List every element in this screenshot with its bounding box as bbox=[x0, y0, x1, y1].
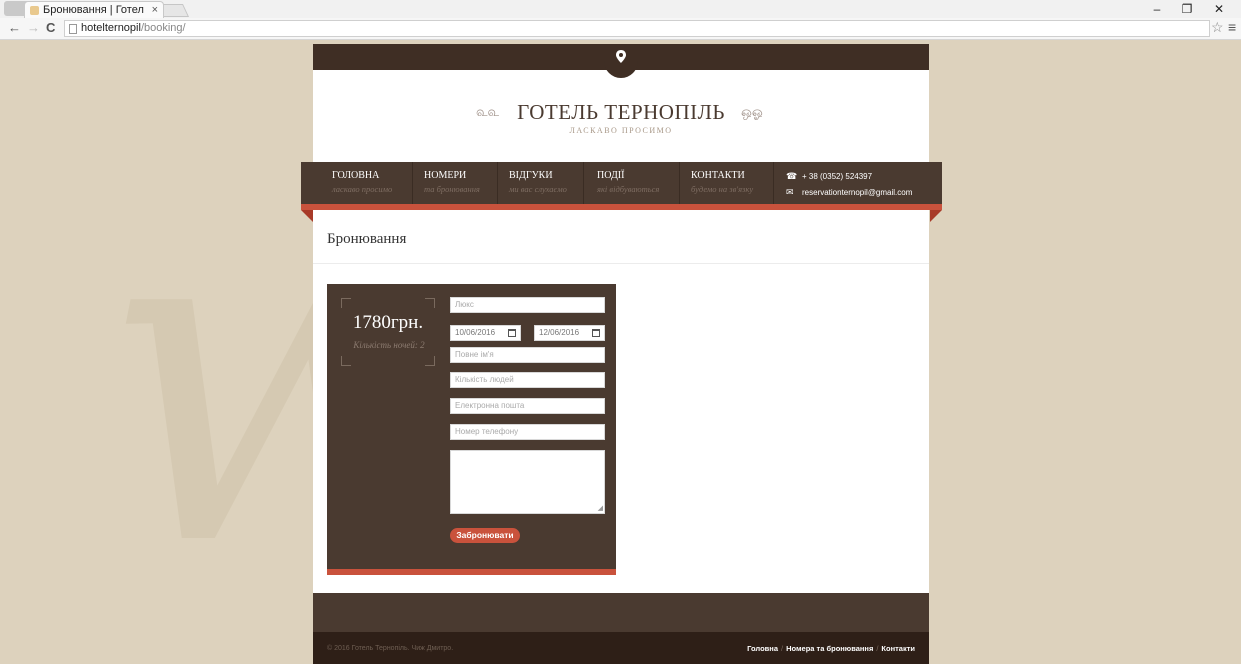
nav-item-home[interactable]: ГОЛОВНА ласкаво просимо bbox=[332, 170, 392, 194]
price-box: 1780грн. Кількість ночей: 2 bbox=[341, 298, 435, 366]
calendar-icon[interactable] bbox=[508, 329, 516, 337]
nav-label: КОНТАКТИ bbox=[691, 170, 745, 181]
site-subtitle: ЛАСКАВО ПРОСИМО bbox=[569, 126, 673, 135]
address-bar[interactable]: hotelternopil/booking/ bbox=[64, 20, 1210, 37]
panel-accent-bar bbox=[327, 569, 616, 575]
reload-icon[interactable]: C bbox=[46, 20, 55, 35]
date-from-field[interactable]: 10/06/2016 bbox=[450, 325, 521, 341]
site-container: ௳௳ ГОТЕЛЬ ТЕРНОПІЛЬ ஒஓ ЛАСКАВО ПРОСИМО Б… bbox=[313, 44, 929, 664]
browser-tab[interactable]: Бронювання | Готел × bbox=[24, 1, 164, 18]
email-input[interactable]: Електронна пошта bbox=[450, 398, 605, 414]
nav-divider bbox=[583, 162, 584, 204]
frame-corner bbox=[341, 356, 351, 366]
browser-toolbar: ← → C hotelternopil/booking/ ☆ ≡ bbox=[0, 18, 1241, 40]
nav-divider bbox=[679, 162, 680, 204]
nav-sublabel: ми вас слухаємо bbox=[509, 184, 567, 194]
page-icon bbox=[69, 24, 77, 34]
nav-sublabel: ласкаво просимо bbox=[332, 184, 393, 194]
nav-sublabel: та бронювання bbox=[424, 184, 480, 194]
url-path: /booking/ bbox=[140, 22, 186, 34]
nav-label: ВІДГУКИ bbox=[509, 170, 553, 181]
footer-link-home[interactable]: Головна bbox=[747, 644, 778, 653]
resize-grip-icon[interactable]: ◢ bbox=[598, 505, 603, 512]
frame-corner bbox=[425, 298, 435, 308]
nav-sublabel: які відбуваються bbox=[597, 184, 660, 194]
frame-corner bbox=[341, 298, 351, 308]
footer-links: Головна / Номера та бронювання / Контакти bbox=[747, 644, 915, 653]
nav-item-events[interactable]: ПОДІЇ які відбуваються bbox=[597, 170, 659, 194]
page-title: Бронювання bbox=[327, 231, 407, 247]
restore-button[interactable]: ❐ bbox=[1172, 0, 1202, 18]
frame-corner bbox=[425, 356, 435, 366]
nav-label: ПОДІЇ bbox=[597, 170, 625, 181]
copyright-text: © 2016 Готель Тернопіль. Чиж Дмитро. bbox=[327, 645, 454, 652]
comment-textarea[interactable]: ◢ bbox=[450, 450, 605, 514]
url-host: hotelternopil bbox=[81, 22, 141, 34]
footer-sep: / bbox=[876, 644, 879, 653]
ribbon-fold-left bbox=[301, 210, 313, 222]
room-type-field[interactable]: Люкс bbox=[450, 297, 605, 313]
contact-email[interactable]: ✉ reservationternopil@gmail.com bbox=[786, 187, 912, 198]
date-to-value: 12/06/2016 bbox=[539, 328, 580, 337]
heading-divider bbox=[313, 263, 929, 264]
date-from-value: 10/06/2016 bbox=[455, 328, 496, 337]
nav-item-rooms[interactable]: НОМЕРИ та бронювання bbox=[424, 170, 480, 194]
footer-top bbox=[313, 593, 929, 632]
site-header: ௳௳ ГОТЕЛЬ ТЕРНОПІЛЬ ஒஓ ЛАСКАВО ПРОСИМО bbox=[313, 70, 929, 162]
phone-icon: ☎ bbox=[786, 171, 798, 181]
contact-phone[interactable]: ☎ + 38 (0352) 524397 bbox=[786, 171, 872, 182]
minimize-button[interactable]: – bbox=[1142, 0, 1172, 18]
booking-panel: 1780грн. Кількість ночей: 2 Люкс 10/06/2… bbox=[327, 284, 616, 569]
phone-input[interactable]: Номер телефону bbox=[450, 424, 605, 440]
tab-close-icon[interactable]: × bbox=[152, 2, 158, 18]
date-to-field[interactable]: 12/06/2016 bbox=[534, 325, 605, 341]
tab-title: Бронювання | Готел bbox=[43, 4, 144, 16]
people-count-input[interactable]: Кількість людей bbox=[450, 372, 605, 388]
ornament-right-icon: ஒஓ bbox=[741, 105, 763, 120]
nav-item-reviews[interactable]: ВІДГУКИ ми вас слухаємо bbox=[509, 170, 567, 194]
email-address: reservationternopil@gmail.com bbox=[802, 188, 913, 197]
ribbon-fold-right bbox=[930, 210, 942, 222]
footer-link-contacts[interactable]: Контакти bbox=[881, 644, 915, 653]
location-pin-icon bbox=[616, 50, 626, 63]
nav-divider bbox=[497, 162, 498, 204]
nav-accent-bar bbox=[301, 204, 942, 210]
book-button[interactable]: Забронювати bbox=[450, 528, 520, 543]
calendar-icon[interactable] bbox=[592, 329, 600, 337]
nav-divider bbox=[773, 162, 774, 204]
footer-link-rooms[interactable]: Номера та бронювання bbox=[786, 644, 873, 653]
bookmark-star-icon[interactable]: ☆ bbox=[1211, 19, 1224, 36]
back-icon[interactable]: ← bbox=[8, 20, 21, 35]
footer-sep: / bbox=[781, 644, 784, 653]
total-price: 1780грн. bbox=[352, 312, 424, 333]
footer-bottom: © 2016 Готель Тернопіль. Чиж Дмитро. Гол… bbox=[313, 632, 929, 664]
browser-menu-icon[interactable]: ≡ bbox=[1228, 19, 1236, 35]
forward-icon[interactable]: → bbox=[27, 20, 40, 35]
nights-count: Кількість ночей: 2 bbox=[353, 340, 425, 350]
browser-tabbar: Бронювання | Готел × – ❐ ✕ bbox=[0, 0, 1241, 18]
site-title[interactable]: ГОТЕЛЬ ТЕРНОПІЛЬ bbox=[313, 100, 929, 125]
close-window-button[interactable]: ✕ bbox=[1204, 0, 1234, 18]
full-name-input[interactable]: Повне ім'я bbox=[450, 347, 605, 363]
favicon-icon bbox=[30, 6, 39, 15]
main-nav: ГОЛОВНА ласкаво просимо НОМЕРИ та бронюв… bbox=[301, 162, 942, 204]
nav-item-contacts[interactable]: КОНТАКТИ будемо на зв'язку bbox=[691, 170, 753, 194]
nav-label: НОМЕРИ bbox=[424, 170, 467, 181]
email-icon: ✉ bbox=[786, 187, 794, 197]
nav-divider bbox=[412, 162, 413, 204]
phone-number: + 38 (0352) 524397 bbox=[802, 172, 873, 181]
nav-label: ГОЛОВНА bbox=[332, 170, 380, 181]
nav-sublabel: будемо на зв'язку bbox=[691, 184, 754, 194]
